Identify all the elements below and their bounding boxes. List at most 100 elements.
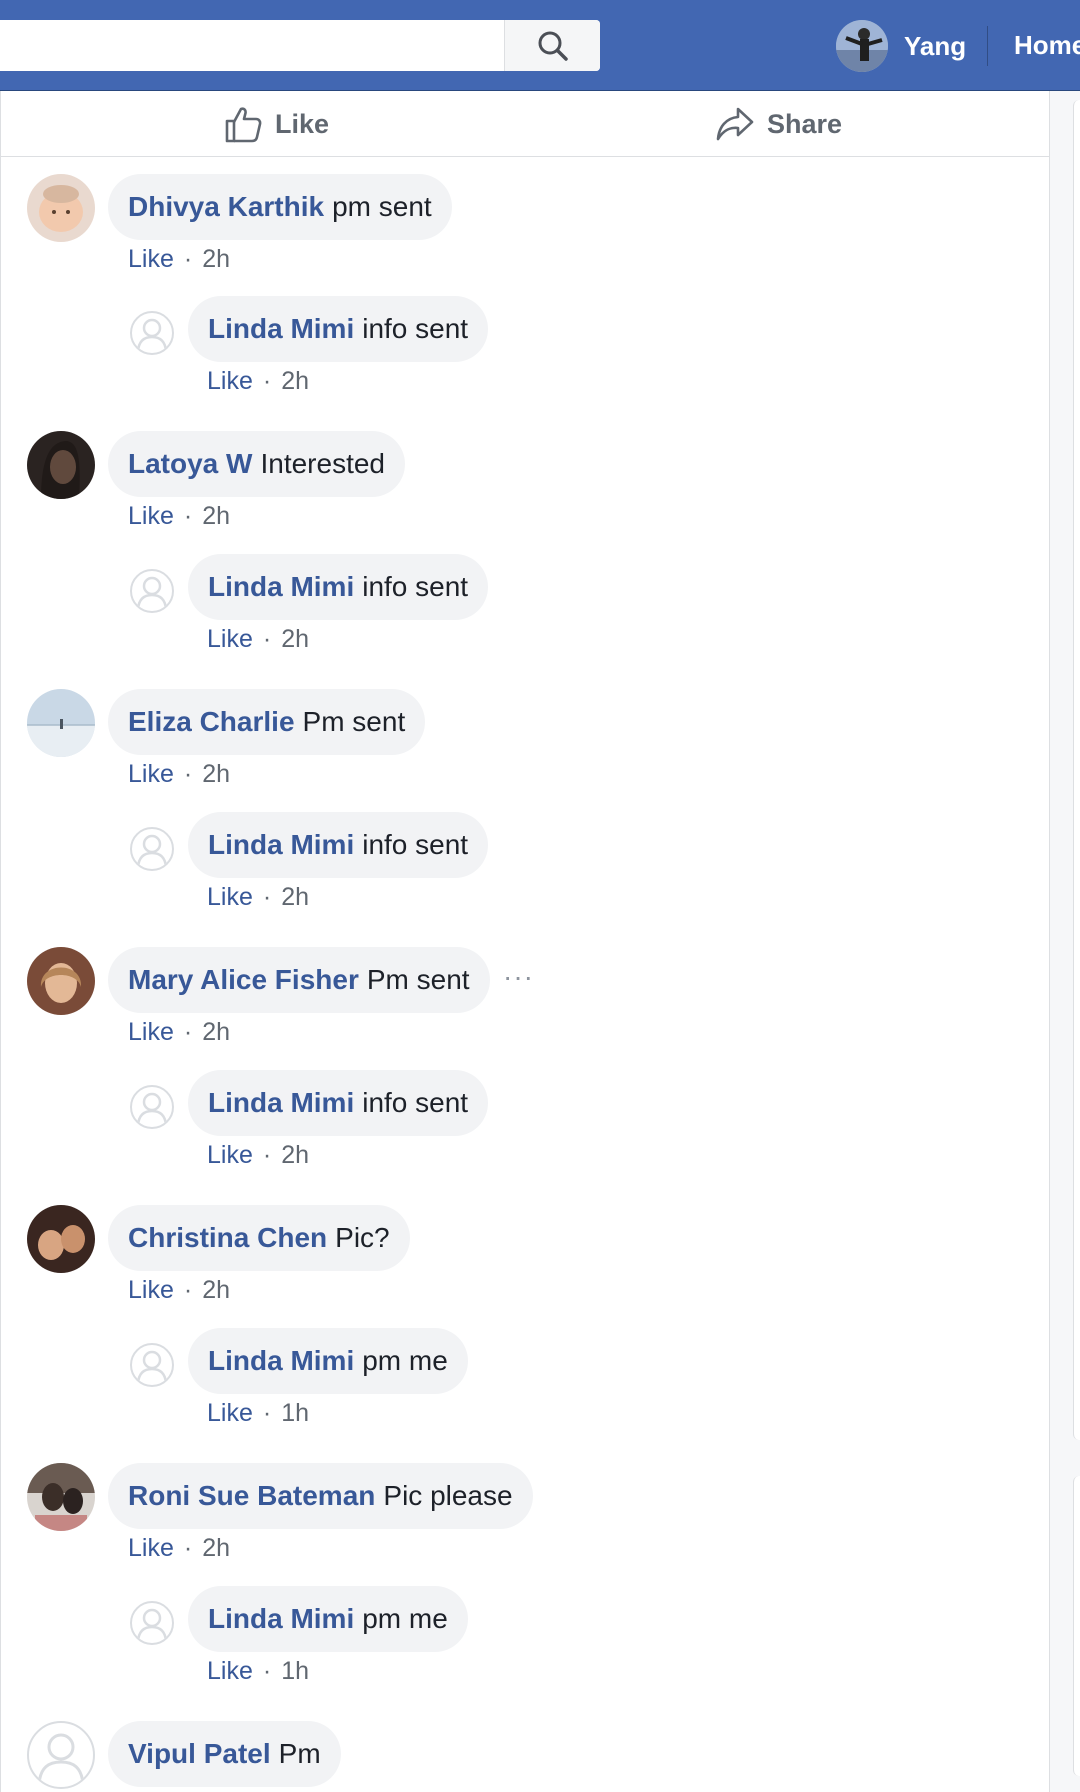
reply-avatar[interactable]: [130, 569, 174, 613]
thumbs-up-icon: [225, 107, 262, 143]
reply-author[interactable]: Linda Mimi: [208, 1603, 354, 1635]
comment-timestamp[interactable]: 2h: [202, 760, 230, 788]
comment-like-link[interactable]: Like: [128, 760, 174, 788]
reply-timestamp[interactable]: 2h: [281, 883, 309, 911]
search-icon: [538, 31, 568, 61]
nav-divider: [987, 26, 988, 66]
commenter-avatar[interactable]: [27, 689, 95, 757]
profile-avatar: [836, 20, 888, 72]
search-box: [0, 20, 600, 71]
meta-separator: ·: [262, 1399, 272, 1427]
comment-author[interactable]: Eliza Charlie: [128, 706, 295, 738]
commenter-avatar[interactable]: [27, 1721, 95, 1789]
reply-avatar[interactable]: [130, 311, 174, 355]
reply-bubble: Linda Mimi info sent: [188, 554, 489, 620]
comment-like-link[interactable]: Like: [128, 1276, 174, 1304]
comment-author[interactable]: Dhivya Karthik: [128, 191, 324, 223]
comment-meta: Like · 2h: [128, 502, 230, 531]
commenter-avatar[interactable]: [27, 174, 95, 242]
commenter-avatar[interactable]: [27, 1463, 95, 1531]
comment-meta: Like · 2h: [128, 1534, 230, 1563]
comment-like-link[interactable]: Like: [128, 245, 174, 273]
reply-meta: Like · 2h: [207, 1141, 309, 1170]
meta-separator: ·: [262, 367, 272, 395]
meta-separator: ·: [183, 1276, 193, 1304]
reply-like-link[interactable]: Like: [207, 1399, 253, 1427]
comment-timestamp[interactable]: 2h: [202, 502, 230, 530]
comment-author[interactable]: Roni Sue Bateman: [128, 1480, 375, 1512]
comment-bubble: Dhivya Karthik pm sent: [108, 174, 452, 240]
reply-avatar[interactable]: [130, 1085, 174, 1129]
reply-author[interactable]: Linda Mimi: [208, 1345, 354, 1377]
reply-author[interactable]: Linda Mimi: [208, 829, 354, 861]
more-options-button[interactable]: ···: [503, 961, 534, 993]
reply-like-link[interactable]: Like: [207, 625, 253, 653]
reply-timestamp[interactable]: 2h: [281, 1141, 309, 1169]
reply-timestamp[interactable]: 2h: [281, 367, 309, 395]
reply-bubble: Linda Mimi info sent: [188, 296, 489, 362]
reply-like-link[interactable]: Like: [207, 1141, 253, 1169]
meta-separator: ·: [262, 883, 272, 911]
reply-like-link[interactable]: Like: [207, 1657, 253, 1685]
profile-link[interactable]: Yang: [836, 18, 966, 74]
comment-bubble: Roni Sue Bateman Pic please: [108, 1463, 533, 1529]
reply-timestamp[interactable]: 1h: [281, 1657, 309, 1685]
comment-timestamp[interactable]: 2h: [202, 1276, 230, 1304]
comment-author[interactable]: Vipul Patel: [128, 1738, 271, 1770]
comment-like-link[interactable]: Like: [128, 1018, 174, 1046]
reply-avatar[interactable]: [130, 827, 174, 871]
right-column-card: [1073, 100, 1080, 1440]
reply-author[interactable]: Linda Mimi: [208, 313, 354, 345]
home-link[interactable]: Home: [1014, 30, 1080, 61]
comment-author[interactable]: Christina Chen: [128, 1222, 327, 1254]
meta-separator: ·: [183, 502, 193, 530]
reply-author[interactable]: Linda Mimi: [208, 571, 354, 603]
meta-separator: ·: [183, 760, 193, 788]
comment-text: Pm sent: [302, 706, 406, 737]
reply-text: info sent: [362, 313, 469, 344]
share-button-label: Share: [767, 108, 843, 139]
comment-timestamp[interactable]: 2h: [202, 1018, 230, 1046]
comment-like-link[interactable]: Like: [128, 1534, 174, 1562]
reply-text: info sent: [362, 571, 469, 602]
comment-meta: Like · 2h: [128, 760, 230, 789]
right-column-card: [1073, 1476, 1080, 1776]
reply-avatar[interactable]: [130, 1601, 174, 1645]
share-button[interactable]: Share: [715, 91, 842, 157]
search-input[interactable]: [0, 20, 504, 71]
search-button[interactable]: [504, 20, 600, 71]
reply-like-link[interactable]: Like: [207, 883, 253, 911]
reply-timestamp[interactable]: 1h: [281, 1399, 309, 1427]
reply-like-link[interactable]: Like: [207, 367, 253, 395]
meta-separator: ·: [183, 245, 193, 273]
comment-timestamp[interactable]: 2h: [202, 1534, 230, 1562]
reply-author[interactable]: Linda Mimi: [208, 1087, 354, 1119]
comment-text: Pm sent: [366, 964, 470, 995]
comment-bubble: Mary Alice Fisher Pm sent: [108, 947, 490, 1013]
like-button-label: Like: [275, 108, 330, 139]
reply-meta: Like · 2h: [207, 367, 309, 396]
comment-author[interactable]: Latoya W: [128, 448, 252, 480]
meta-separator: ·: [183, 1534, 193, 1562]
reply-bubble: Linda Mimi pm me: [188, 1328, 468, 1394]
like-button[interactable]: Like: [223, 91, 329, 157]
reply-timestamp[interactable]: 2h: [281, 625, 309, 653]
comment-text: Interested: [260, 448, 385, 479]
profile-name: Yang: [904, 30, 967, 61]
reply-text: info sent: [362, 829, 469, 860]
comment-text: Pm: [278, 1738, 321, 1769]
reply-avatar[interactable]: [130, 1343, 174, 1387]
reply-meta: Like · 1h: [207, 1399, 309, 1428]
reply-meta: Like · 2h: [207, 625, 309, 654]
comment-author[interactable]: Mary Alice Fisher: [128, 964, 359, 996]
comment-timestamp[interactable]: 2h: [202, 245, 230, 273]
commenter-avatar[interactable]: [27, 947, 95, 1015]
commenter-avatar[interactable]: [27, 1205, 95, 1273]
reply-text: pm me: [362, 1345, 448, 1376]
reply-bubble: Linda Mimi info sent: [188, 812, 489, 878]
comment-meta: Like · 2h: [128, 1018, 230, 1047]
reply-bubble: Linda Mimi info sent: [188, 1070, 489, 1136]
commenter-avatar[interactable]: [27, 431, 95, 499]
comment-like-link[interactable]: Like: [128, 502, 174, 530]
comment-meta: Like · 2h: [128, 1276, 230, 1305]
